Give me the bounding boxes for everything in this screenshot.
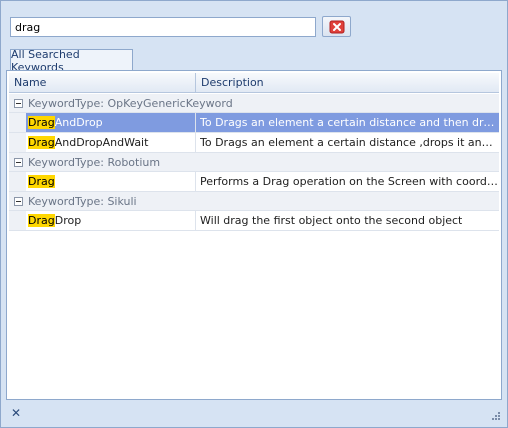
group-label: KeywordType: Robotium — [28, 155, 161, 169]
keyword-name: Drag Drop — [26, 211, 196, 230]
group-row[interactable]: KeywordType: Sikuli — [9, 192, 499, 211]
tab-all-searched-keywords[interactable]: All Searched Keywords — [10, 48, 133, 74]
column-header-description[interactable]: Description — [196, 73, 499, 92]
keyword-description: Performs a Drag operation on the Screen … — [200, 175, 499, 188]
table-row[interactable]: Drag Performs a Drag operation on the Sc… — [9, 172, 499, 192]
keyword-description: Will drag the first object onto the seco… — [200, 214, 463, 227]
match-highlight: Drag — [28, 214, 55, 227]
match-highlight: Drag — [28, 175, 55, 188]
match-highlight: Drag — [28, 136, 55, 149]
resize-grip-icon[interactable] — [491, 411, 501, 421]
collapse-icon[interactable] — [14, 196, 23, 206]
keyword-name: Drag AndDropAndWait — [26, 133, 196, 152]
group-label: KeywordType: Sikuli — [28, 194, 137, 208]
status-bar: ✕ — [1, 404, 507, 427]
clear-search-button[interactable] — [322, 16, 351, 37]
close-icon[interactable]: ✕ — [11, 407, 23, 419]
match-highlight: Drag — [28, 116, 55, 129]
column-header-name[interactable]: Name — [9, 73, 196, 92]
keyword-name-rest: AndDrop — [54, 116, 103, 129]
keyword-description: To Drags an element a certain distance a… — [200, 116, 499, 129]
keyword-name-rest: AndDropAndWait — [54, 136, 149, 149]
table-row[interactable]: Drag AndDrop To Drags an element a certai… — [9, 113, 499, 133]
results-grid: Name Description KeywordType: OpKeyGener… — [6, 70, 502, 400]
group-row[interactable]: KeywordType: OpKeyGenericKeyword — [9, 94, 499, 113]
keyword-description: To Drags an element a certain distance ,… — [200, 136, 499, 149]
collapse-icon[interactable] — [14, 157, 23, 167]
table-row[interactable]: Drag AndDropAndWait To Drags an element a… — [9, 133, 499, 153]
group-label: KeywordType: OpKeyGenericKeyword — [28, 96, 233, 110]
table-row[interactable]: Drag Drop Will drag the first object onto… — [9, 211, 499, 231]
collapse-icon[interactable] — [14, 98, 23, 108]
keyword-name: Drag AndDrop — [26, 113, 196, 132]
keyword-name-rest: Drop — [54, 214, 82, 227]
group-row[interactable]: KeywordType: Robotium — [9, 153, 499, 172]
keyword-name: Drag — [26, 172, 196, 191]
red-x-icon — [329, 20, 344, 33]
keyword-search-window: All Searched Keywords Name Description K… — [0, 0, 508, 428]
search-input[interactable] — [10, 17, 316, 37]
grid-header: Name Description — [9, 73, 499, 93]
